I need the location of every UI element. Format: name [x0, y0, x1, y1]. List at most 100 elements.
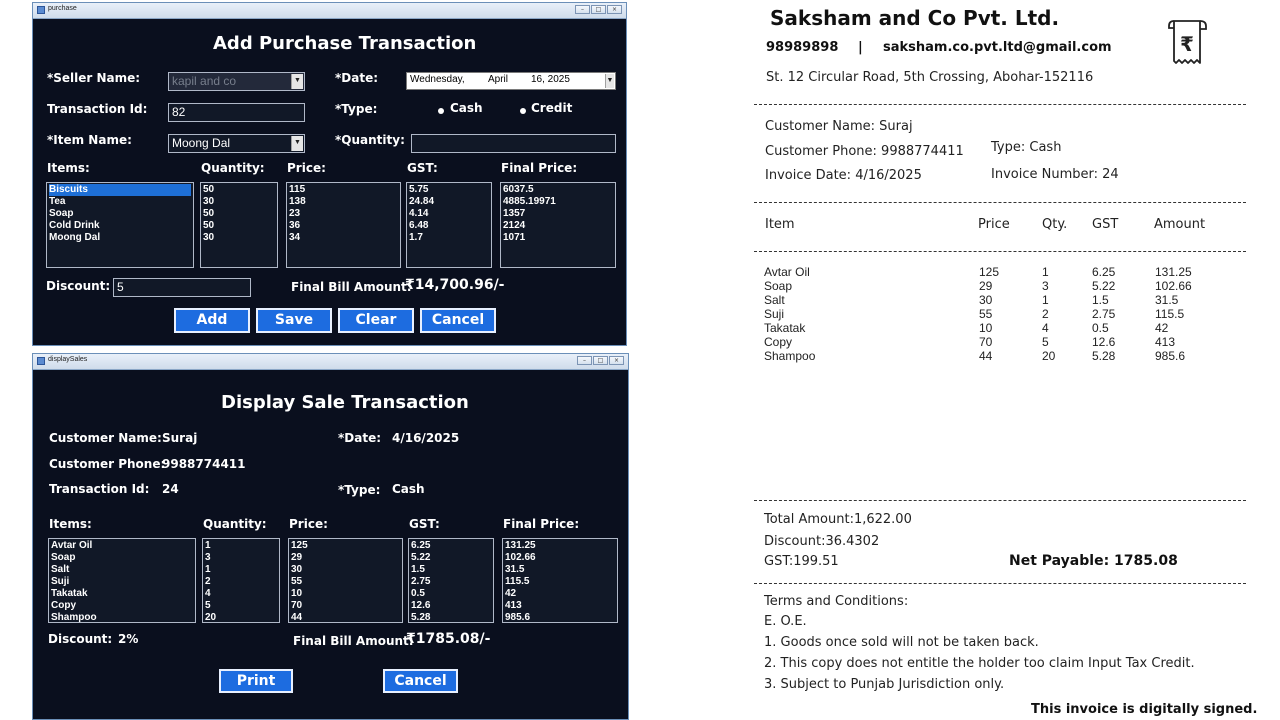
list-item[interactable]: 1.5: [411, 564, 491, 576]
item-name-dropdown[interactable]: Moong Dal ▼: [168, 134, 305, 153]
list-item[interactable]: 5.75: [409, 184, 489, 196]
list-item[interactable]: Salt: [51, 564, 193, 576]
list-item[interactable]: 30: [203, 196, 275, 208]
company-email: saksham.co.pvt.ltd@gmail.com: [883, 40, 1112, 55]
add-button[interactable]: Add: [174, 308, 250, 333]
list-item[interactable]: 413: [505, 600, 615, 612]
list-item[interactable]: 2124: [503, 220, 613, 232]
list-item[interactable]: 30: [203, 232, 275, 244]
close-icon[interactable]: ×: [607, 5, 622, 14]
final-price-listbox[interactable]: 131.25 102.66 31.5 115.5 42 413 985.6: [502, 538, 618, 623]
list-item[interactable]: 24.84: [409, 196, 489, 208]
list-item[interactable]: 125: [291, 540, 400, 552]
list-item[interactable]: 138: [289, 196, 398, 208]
maximize-icon[interactable]: □: [591, 5, 606, 14]
list-item[interactable]: 4.14: [409, 208, 489, 220]
list-item[interactable]: Takatak: [51, 588, 193, 600]
list-item[interactable]: 4: [205, 588, 277, 600]
list-item[interactable]: 102.66: [505, 552, 615, 564]
calendar-dropdown-icon[interactable]: ▼: [605, 74, 614, 88]
gst-listbox[interactable]: 6.25 5.22 1.5 2.75 0.5 12.6 5.28: [408, 538, 494, 623]
list-item[interactable]: 985.6: [505, 612, 615, 622]
list-item[interactable]: 1357: [503, 208, 613, 220]
cancel-button[interactable]: Cancel: [420, 308, 496, 333]
gst-listbox[interactable]: 5.75 24.84 4.14 6.48 1.7: [406, 182, 492, 268]
list-item[interactable]: 2.75: [411, 576, 491, 588]
customer-phone: Customer Phone: 9988774411: [765, 144, 964, 159]
save-button[interactable]: Save: [256, 308, 332, 333]
quantity-field[interactable]: [411, 134, 616, 153]
credit-radio-label[interactable]: Credit: [531, 101, 572, 115]
quantity-listbox[interactable]: 1 3 1 2 4 5 20: [202, 538, 280, 623]
list-item[interactable]: 5: [205, 600, 277, 612]
list-item[interactable]: 50: [203, 220, 275, 232]
list-item[interactable]: 30: [291, 564, 400, 576]
list-item[interactable]: 1.7: [409, 232, 489, 244]
final-price-listbox[interactable]: 6037.5 4885.19971 1357 2124 1071: [500, 182, 616, 268]
list-item[interactable]: 42: [505, 588, 615, 600]
list-item[interactable]: 1: [205, 540, 277, 552]
list-item[interactable]: 1: [205, 564, 277, 576]
close-icon[interactable]: ×: [609, 356, 624, 365]
list-item[interactable]: 0.5: [411, 588, 491, 600]
cancel-button[interactable]: Cancel: [383, 669, 458, 693]
list-item[interactable]: Moong Dal: [49, 232, 191, 244]
list-item[interactable]: 10: [291, 588, 400, 600]
list-item[interactable]: 115: [289, 184, 398, 196]
list-item[interactable]: 23: [289, 208, 398, 220]
items-listbox[interactable]: Biscuits Tea Soap Cold Drink Moong Dal: [46, 182, 194, 268]
list-item[interactable]: 5.28: [411, 612, 491, 622]
clear-button[interactable]: Clear: [338, 308, 414, 333]
list-item[interactable]: 20: [205, 612, 277, 622]
list-item[interactable]: Copy: [51, 600, 193, 612]
list-item[interactable]: 31.5: [505, 564, 615, 576]
minimize-icon[interactable]: –: [577, 356, 592, 365]
date-picker[interactable]: Wednesday, April 16, 2025 ▼: [406, 72, 616, 90]
list-item[interactable]: 5.22: [411, 552, 491, 564]
list-item[interactable]: 34: [289, 232, 398, 244]
list-item[interactable]: 2: [205, 576, 277, 588]
price-listbox[interactable]: 115 138 23 36 34: [286, 182, 401, 268]
chevron-down-icon[interactable]: ▼: [291, 74, 303, 89]
price-listbox[interactable]: 125 29 30 55 10 70 44: [288, 538, 403, 623]
list-item[interactable]: 50: [203, 208, 275, 220]
print-button[interactable]: Print: [219, 669, 293, 693]
chevron-down-icon[interactable]: ▼: [291, 136, 303, 151]
maximize-icon[interactable]: □: [593, 356, 608, 365]
minimize-icon[interactable]: –: [575, 5, 590, 14]
list-item[interactable]: 29: [291, 552, 400, 564]
list-item[interactable]: 115.5: [505, 576, 615, 588]
list-item[interactable]: 55: [291, 576, 400, 588]
seller-name-dropdown[interactable]: kapil and co ▼: [168, 72, 305, 91]
divider: [754, 104, 1246, 105]
list-item[interactable]: Tea: [49, 196, 191, 208]
list-item[interactable]: Cold Drink: [49, 220, 191, 232]
list-item[interactable]: Soap: [49, 208, 191, 220]
list-item[interactable]: 70: [291, 600, 400, 612]
items-listbox[interactable]: Avtar Oil Soap Salt Suji Takatak Copy Sh…: [48, 538, 196, 623]
list-item[interactable]: Biscuits: [49, 184, 191, 196]
credit-radio[interactable]: [520, 108, 526, 114]
cash-radio-label[interactable]: Cash: [450, 101, 483, 115]
display-sales-titlebar[interactable]: displaySales – □ ×: [33, 354, 628, 370]
list-item[interactable]: 6.48: [409, 220, 489, 232]
list-item[interactable]: 50: [203, 184, 275, 196]
list-item[interactable]: 12.6: [411, 600, 491, 612]
list-item[interactable]: 44: [291, 612, 400, 622]
cash-radio[interactable]: [438, 108, 444, 114]
quantity-listbox[interactable]: 50 30 50 50 30: [200, 182, 278, 268]
list-item[interactable]: Soap: [51, 552, 193, 564]
list-item[interactable]: 131.25: [505, 540, 615, 552]
list-item[interactable]: Suji: [51, 576, 193, 588]
list-item[interactable]: 1071: [503, 232, 613, 244]
list-item[interactable]: 6037.5: [503, 184, 613, 196]
list-item[interactable]: 6.25: [411, 540, 491, 552]
transaction-id-field[interactable]: 82: [168, 103, 305, 122]
discount-field[interactable]: 5: [113, 278, 251, 297]
list-item[interactable]: 3: [205, 552, 277, 564]
list-item[interactable]: 4885.19971: [503, 196, 613, 208]
list-item[interactable]: Avtar Oil: [51, 540, 193, 552]
list-item[interactable]: 36: [289, 220, 398, 232]
list-item[interactable]: Shampoo: [51, 612, 193, 622]
purchase-titlebar[interactable]: purchase – □ ×: [33, 3, 626, 19]
